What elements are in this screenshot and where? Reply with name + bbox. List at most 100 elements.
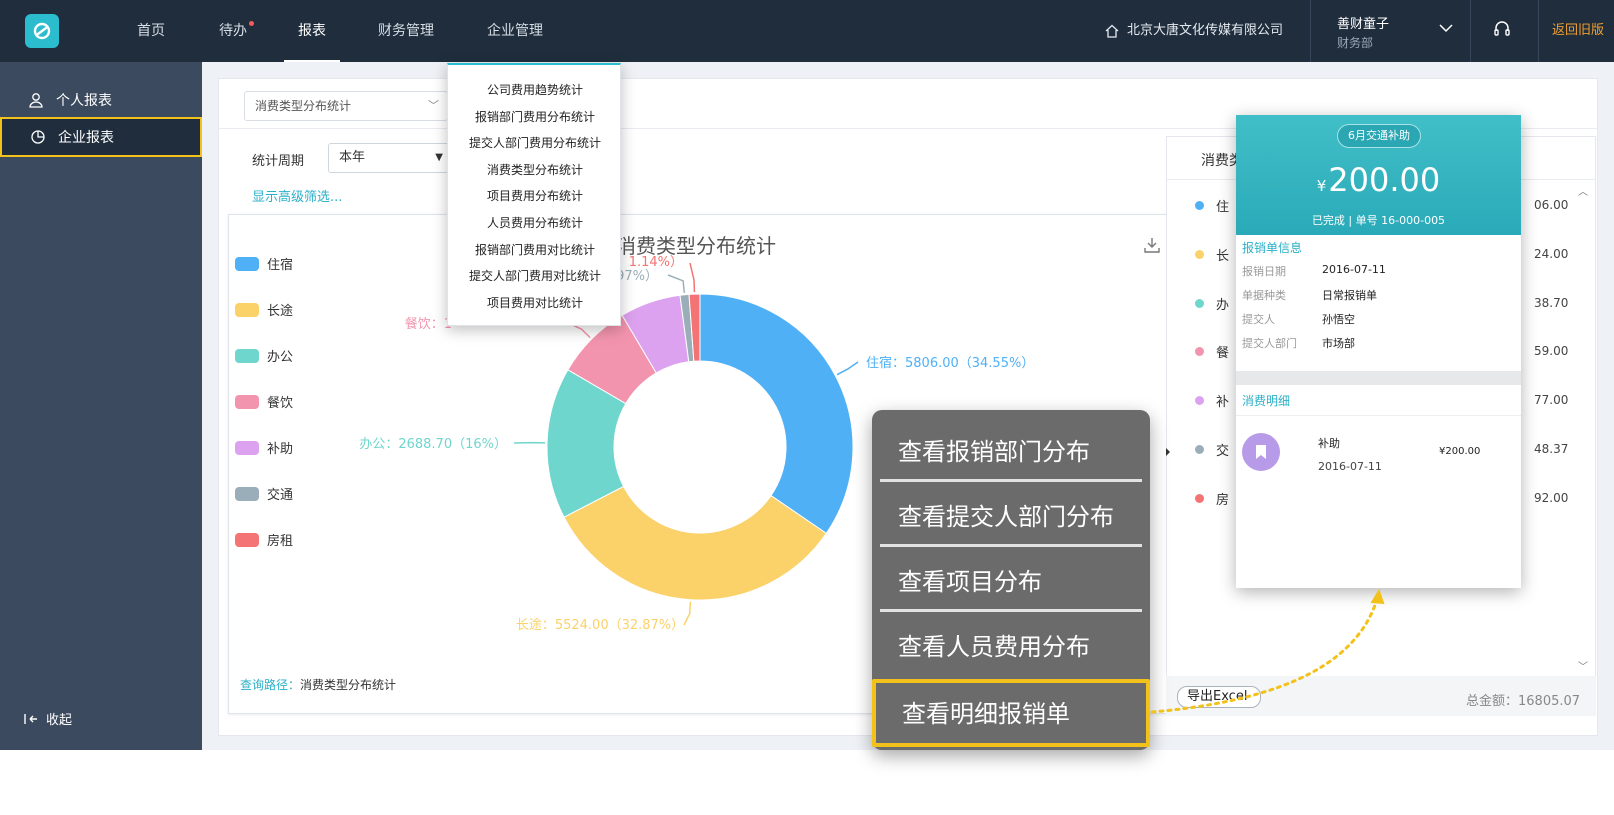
sidebar-item-label: 企业报表 [58,130,114,146]
report-type-select[interactable]: 消费类型分布统计 ﹀ [244,91,448,121]
legend-item[interactable]: 补助 [235,438,293,457]
nav-todo-label: 待办 [219,23,247,39]
period-select[interactable]: 本年 ▼ [328,143,450,173]
dropdown-option[interactable]: 项目费用分布统计 [448,187,622,204]
company-switcher[interactable]: 北京大唐文化传媒有限公司 [1105,0,1283,62]
total-amount: 总金额：16805.07 [1466,694,1581,709]
legend-swatch [235,394,259,409]
data-label: 97%） [616,269,658,284]
legend-item[interactable]: 餐饮 [235,392,293,411]
field-label: 报销日期 [1242,265,1286,278]
category-amount: 77.00 [1534,393,1569,408]
dropdown-option[interactable]: 报销部门费用分布统计 [448,108,622,125]
scroll-up-icon[interactable]: ︿ [1578,183,1588,198]
category-amount: 48.37 [1534,442,1569,456]
detail-amount: ¥200.00 [1236,161,1521,199]
field-label: 单据种类 [1242,289,1286,302]
dropdown-option[interactable]: 消费类型分布统计 [448,161,622,178]
collapse-sidebar-button[interactable]: 收起 [24,709,72,728]
back-old-version-link[interactable]: 返回旧版 [1552,0,1604,62]
dropdown-option[interactable]: 公司费用趋势统计 [448,81,622,98]
legend-item[interactable]: 办公 [235,346,293,365]
legend-item[interactable]: 交通 [235,484,293,503]
currency-symbol: ¥ [1316,177,1327,195]
category-list-item[interactable]: 房 [1195,489,1229,508]
period-value: 本年 [339,150,366,165]
nav-finance[interactable]: 财务管理 [378,0,434,62]
user-dept: 财务部 [1337,36,1374,50]
nav-reports[interactable]: 报表 [284,0,340,62]
menu-item-person[interactable]: 查看人员费用分布 [880,617,1142,677]
field-value: 日常报销单 [1322,289,1377,302]
logo-icon[interactable] [25,14,59,48]
category-dot [1195,347,1204,357]
category-amount: 24.00 [1534,246,1569,261]
nav-enterprise[interactable]: 企业管理 [487,0,543,62]
menu-item-detail-report[interactable]: 查看明细报销单 [872,679,1150,747]
sidebar-item-label: 个人报表 [56,93,112,109]
divider [1236,415,1521,416]
top-navbar: 首页 待办 报表 财务管理 企业管理 北京大唐文化传媒有限公司 善财童子 财务部… [0,0,1614,62]
detail-amount-value: 200.00 [1328,161,1441,199]
category-label: 餐 [1216,346,1230,362]
category-label: 交 [1216,444,1230,459]
legend-swatch [235,256,259,271]
category-dot [1195,298,1204,308]
data-label: 办公：2688.70（16%） [359,437,507,452]
query-path: 查询路径：消费类型分布统计 [240,676,396,693]
legend-swatch [235,302,259,317]
headset-icon[interactable] [1492,19,1512,43]
dropdown-option[interactable]: 提交人部门费用分布统计 [448,134,622,151]
category-list-item[interactable]: 补 [1195,391,1229,410]
dropdown-option[interactable]: 报销部门费用对比统计 [448,241,622,258]
menu-item-project[interactable]: 查看项目分布 [880,552,1142,612]
section-title: 消费明细 [1242,394,1291,408]
expense-item-amount: ¥200.00 [1439,446,1481,457]
category-amount: 59.00 [1534,344,1569,359]
notification-dot [249,21,254,26]
category-list-item[interactable]: 办 [1195,294,1229,313]
nav-todo[interactable]: 待办 [219,0,254,62]
menu-item-submitter-dept[interactable]: 查看提交人部门分布 [880,487,1142,547]
query-path-value: 消费类型分布统计 [300,678,397,692]
detail-header: 6月交通补助 ¥200.00 已完成 | 单号 16-000-005 [1236,115,1521,235]
category-dot [1195,493,1204,503]
data-label: 餐饮：1 [405,316,452,332]
sidebar-item-personal-report[interactable]: 个人报表 [0,80,202,120]
detail-status: 已完成 | 单号 16-000-005 [1311,214,1446,227]
chevron-down-icon[interactable] [1438,22,1454,38]
category-list-item[interactable]: 餐 [1195,342,1229,361]
collapse-label: 收起 [46,713,73,728]
expense-item-date: 2016-07-11 [1318,460,1382,473]
dropdown-option[interactable]: 项目费用对比统计 [448,294,622,311]
legend-item[interactable]: 长途 [235,300,293,319]
divider [1310,0,1311,62]
download-icon[interactable] [1143,236,1161,258]
category-list-item[interactable]: 交 [1195,440,1229,459]
legend-item[interactable]: 房租 [235,530,293,549]
user-menu[interactable]: 善财童子 财务部 [1337,13,1389,51]
report-type-value: 消费类型分布统计 [255,99,352,113]
legend-item[interactable]: 住宿 [235,254,293,273]
chevron-down-icon: ﹀ [428,99,439,112]
sidebar-item-enterprise-report[interactable]: 企业报表 [0,117,202,157]
nav-home[interactable]: 首页 [137,0,165,62]
data-label: 住宿：5806.00（34.55%） [866,355,1034,371]
category-label: 办 [1216,297,1230,313]
category-list-item[interactable]: 住 [1195,196,1229,215]
divider [1236,371,1521,385]
export-excel-button[interactable]: 导出Excel [1177,686,1261,708]
legend-swatch [235,486,259,501]
section-title: 报销单信息 [1242,241,1303,255]
legend-swatch [235,348,259,363]
dropdown-option[interactable]: 提交人部门费用对比统计 [448,267,622,284]
category-amount: 06.00 [1534,198,1569,212]
category-list-item[interactable]: 长 [1195,245,1229,264]
menu-item-reimburse-dept[interactable]: 查看报销部门分布 [880,422,1142,482]
scroll-down-icon[interactable]: ﹀ [1578,658,1588,673]
advanced-filter-link[interactable]: 显示高级筛选... [252,186,342,205]
dropdown-option[interactable]: 人员费用分布统计 [448,214,622,231]
legend-label: 办公 [267,350,294,365]
category-dot [1195,249,1204,259]
query-path-label: 查询路径： [240,678,301,692]
